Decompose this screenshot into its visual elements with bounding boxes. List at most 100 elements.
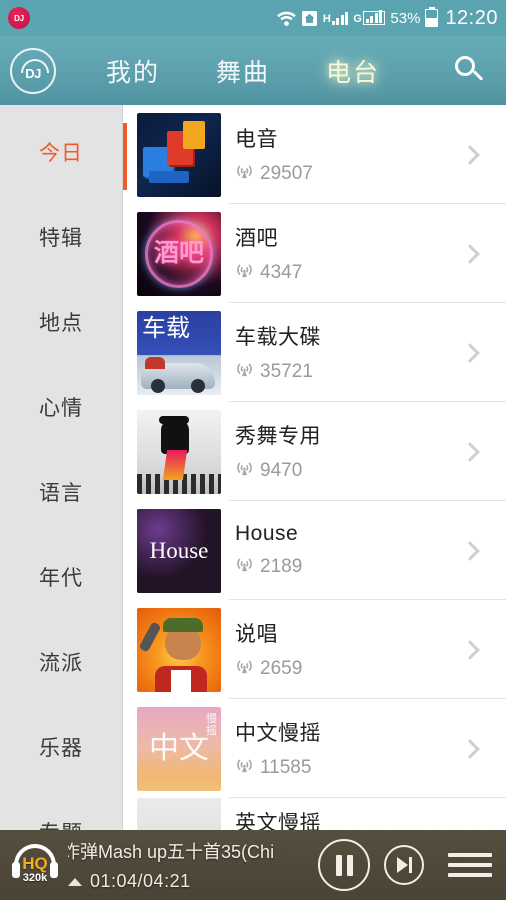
track-title: 炸弹Mash up五十首35(Chi <box>68 842 275 862</box>
battery-percent: 53% <box>390 9 421 27</box>
chevron-right-icon <box>450 342 490 363</box>
playback-time-line: 01:04/04:21 <box>68 871 318 892</box>
chevron-right-icon <box>450 243 490 264</box>
chevron-right-icon <box>450 441 490 462</box>
status-bar-right: H G 53% 12:20 <box>277 0 498 36</box>
listener-count-line: 9470 <box>235 459 450 483</box>
table-row[interactable]: House House 2189 <box>137 501 506 600</box>
signal-h-bars <box>331 11 349 25</box>
broadcast-icon <box>235 360 254 384</box>
broadcast-icon <box>235 261 254 285</box>
playback-time: 01:04/04:21 <box>90 871 191 891</box>
radio-title: 电音 <box>235 128 278 151</box>
signal-h-label: H <box>322 13 331 25</box>
row-meta: 说唱 2659 <box>235 618 450 681</box>
row-meta: 秀舞专用 9470 <box>235 420 450 483</box>
status-bar-left: DJ <box>8 7 30 29</box>
tab-bar: 我的 舞曲 电台 <box>56 53 450 89</box>
listener-count-line: 11585 <box>235 756 450 780</box>
radio-title: 车载大碟 <box>235 326 321 349</box>
sidebar-item-genre[interactable]: 流派 <box>0 619 122 704</box>
radio-title: House <box>235 522 299 545</box>
table-row[interactable]: 电音 29507 <box>137 105 506 204</box>
radio-title: 中文慢摇 <box>235 722 321 745</box>
signal-h-indicator: H <box>322 11 349 25</box>
broadcast-icon <box>235 459 254 483</box>
listener-count: 4347 <box>260 262 303 283</box>
tab-dance-music[interactable]: 舞曲 <box>188 53 298 89</box>
table-row[interactable]: 酒吧 酒吧 4347 <box>137 204 506 303</box>
table-row[interactable]: 说唱 2659 <box>137 600 506 699</box>
listener-count-line: 29507 <box>235 162 450 186</box>
audio-quality-icon[interactable]: HQ 320k <box>8 838 62 892</box>
tab-radio[interactable]: 电台 <box>298 53 408 89</box>
album-art <box>137 607 221 692</box>
listener-count-line: 35721 <box>235 360 450 384</box>
content-area: 今日 特辑 地点 心情 语言 年代 流派 乐器 专题 <box>0 105 506 900</box>
playlist-icon[interactable] <box>448 853 492 877</box>
dj-badge-text: DJ <box>14 13 24 23</box>
chevron-right-icon <box>450 639 490 660</box>
listener-count: 2659 <box>260 658 303 679</box>
listener-count: 11585 <box>260 757 312 778</box>
radio-list-panel[interactable]: 电音 29507 酒吧 酒吧 4347 车载 车载大碟 35721 秀舞专用 9… <box>123 105 506 900</box>
listener-count: 29507 <box>260 163 313 184</box>
sidebar-item-mood[interactable]: 心情 <box>0 364 122 449</box>
chevron-right-icon <box>450 738 490 759</box>
navigation-bar: DJ 我的 舞曲 电台 <box>0 36 506 105</box>
broadcast-icon <box>235 657 254 681</box>
signal-g-indicator: G <box>353 10 386 25</box>
chevron-right-icon <box>450 144 490 165</box>
listener-count-line: 2189 <box>235 555 450 579</box>
album-art: 酒吧 <box>137 211 221 296</box>
broadcast-icon <box>235 555 254 579</box>
row-meta: 酒吧 4347 <box>235 222 450 285</box>
active-category-indicator <box>123 123 127 190</box>
row-meta: House 2189 <box>235 522 450 579</box>
pause-icon[interactable] <box>318 839 370 891</box>
status-bar-clock: 12:20 <box>445 6 498 29</box>
album-art: 车载 <box>137 310 221 395</box>
sidebar-item-language[interactable]: 语言 <box>0 449 122 534</box>
app-logo-text: DJ <box>25 66 41 81</box>
sidebar-item-special[interactable]: 特辑 <box>0 194 122 279</box>
sidebar-item-instrument[interactable]: 乐器 <box>0 704 122 789</box>
listener-count-line: 4347 <box>235 261 450 285</box>
album-art <box>137 112 221 197</box>
table-row[interactable]: 秀舞专用 9470 <box>137 402 506 501</box>
row-meta: 中文慢摇 11585 <box>235 717 450 780</box>
album-art <box>137 409 221 494</box>
row-meta: 车载大碟 35721 <box>235 321 450 384</box>
broadcast-icon <box>235 756 254 780</box>
sidebar-item-location[interactable]: 地点 <box>0 279 122 364</box>
wifi-icon <box>277 10 296 27</box>
search-icon[interactable] <box>450 52 488 90</box>
next-track-icon[interactable] <box>384 845 424 885</box>
quality-badge-text: HQ <box>22 853 48 873</box>
app-logo-icon[interactable]: DJ <box>10 47 56 94</box>
radio-title: 酒吧 <box>235 227 278 250</box>
sidebar-item-era[interactable]: 年代 <box>0 534 122 619</box>
album-art: House <box>137 508 221 593</box>
listener-count: 2189 <box>260 556 303 577</box>
dj-notification-icon: DJ <box>8 7 30 29</box>
signal-g-label: G <box>353 13 362 25</box>
table-row[interactable]: 中文 慢摇 中文慢摇 11585 <box>137 699 506 798</box>
listener-count: 35721 <box>260 361 313 382</box>
category-sidebar: 今日 特辑 地点 心情 语言 年代 流派 乐器 专题 <box>0 105 123 900</box>
table-row[interactable]: 车载 车载大碟 35721 <box>137 303 506 402</box>
radio-title: 秀舞专用 <box>235 425 321 448</box>
caret-up-icon[interactable] <box>68 877 82 886</box>
player-bar: HQ 320k 炸弹Mash up五十首35(Chi 01:04/04:21 <box>0 830 506 900</box>
bitrate-text: 320k <box>22 871 48 884</box>
track-info[interactable]: 炸弹Mash up五十首35(Chi 01:04/04:21 <box>68 838 318 892</box>
listener-count: 9470 <box>260 460 303 481</box>
home-icon <box>301 10 318 27</box>
radio-list: 电音 29507 酒吧 酒吧 4347 车载 车载大碟 35721 秀舞专用 9… <box>123 105 506 846</box>
chevron-right-icon <box>450 540 490 561</box>
listener-count-line: 2659 <box>235 657 450 681</box>
tab-mine[interactable]: 我的 <box>78 53 188 89</box>
status-bar: DJ H G 53% 12:20 <box>0 0 506 36</box>
sidebar-item-today[interactable]: 今日 <box>0 109 122 194</box>
battery-icon <box>425 6 439 27</box>
